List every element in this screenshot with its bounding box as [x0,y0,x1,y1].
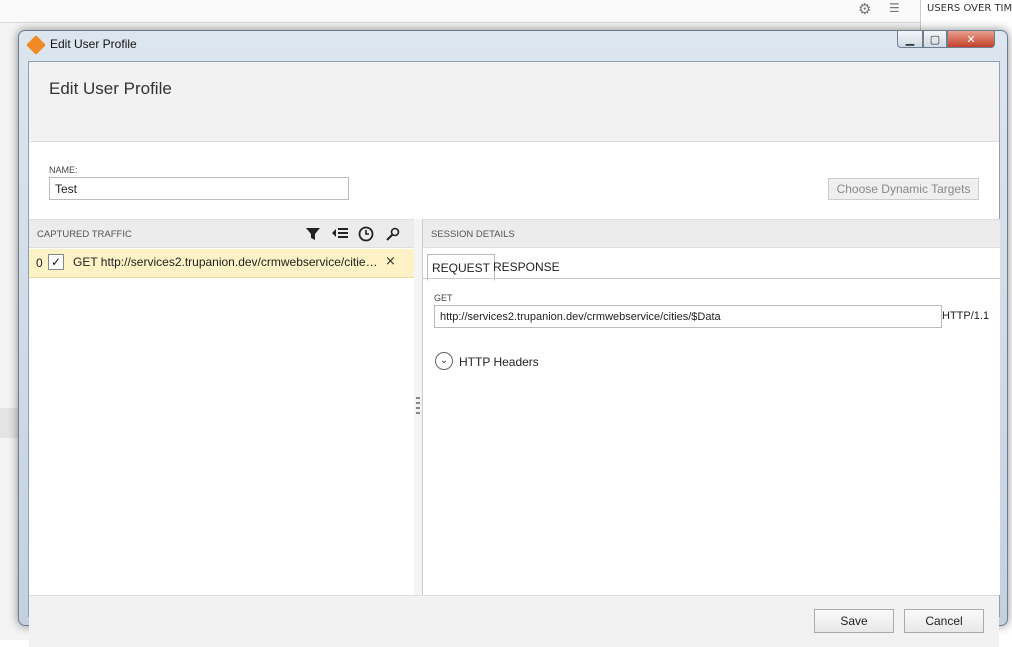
cancel-button[interactable]: Cancel [904,609,984,633]
filter-icon[interactable] [305,226,321,246]
row-checkbox[interactable]: ✓ [48,254,64,270]
session-details-header: SESSION DETAILS [423,219,1000,248]
row-request-text: GET http://services2.trupanion.dev/crmwe… [73,255,378,269]
method-label: GET [434,293,453,303]
save-button[interactable]: Save [814,609,894,633]
list-icon[interactable]: ☰ [889,1,900,15]
captured-traffic-pane: CAPTURED TRAFFIC 0 ✓ GET http://services… [29,219,415,595]
background-left-strip [0,408,20,438]
splitter-grip-icon[interactable] [416,397,420,415]
name-input[interactable] [49,177,349,200]
traffic-row[interactable]: 0 ✓ GET http://services2.trupanion.dev/c… [29,249,414,278]
url-input[interactable] [434,305,942,328]
name-label: NAME: [49,165,78,175]
gear-icon[interactable]: ⚙ [858,0,871,18]
minimize-button[interactable]: ▁ [897,31,923,48]
edit-user-profile-window: Edit User Profile ▁ ▢ ✕ Edit User Profil… [18,30,1008,647]
list-add-icon[interactable] [331,226,349,246]
choose-dynamic-targets-button[interactable]: Choose Dynamic Targets [828,178,979,200]
dialog-client-area: Edit User Profile NAME: Choose Dynamic T… [28,61,1000,647]
http-headers-label[interactable]: HTTP Headers [459,355,539,369]
session-details-title: SESSION DETAILS [431,229,515,240]
search-icon[interactable] [385,226,401,246]
window-title: Edit User Profile [50,37,137,51]
close-button[interactable]: ✕ [947,31,995,48]
remove-row-icon[interactable]: × [385,254,396,269]
captured-traffic-header: CAPTURED TRAFFIC [29,219,414,248]
row-index: 0 [36,256,43,270]
captured-traffic-title: CAPTURED TRAFFIC [37,229,132,240]
tab-response[interactable]: RESPONSE [489,254,564,279]
dialog-title: Edit User Profile [49,79,172,98]
dialog-footer: Save Cancel [29,595,999,647]
clock-icon[interactable] [358,226,374,246]
maximize-button[interactable]: ▢ [923,31,947,48]
app-logo-icon [26,35,46,55]
tabs-divider [423,278,1000,279]
users-over-time-title: USERS OVER TIME [927,3,1012,14]
http-version: HTTP/1.1 [942,310,990,322]
tab-request[interactable]: REQUEST [427,254,496,281]
dialog-header: Edit User Profile [29,62,999,142]
pane-splitter[interactable] [414,219,422,595]
chevron-down-icon[interactable]: ⌄ [435,352,453,370]
session-details-pane: SESSION DETAILS REQUEST RESPONSE GET HTT… [422,219,1000,595]
